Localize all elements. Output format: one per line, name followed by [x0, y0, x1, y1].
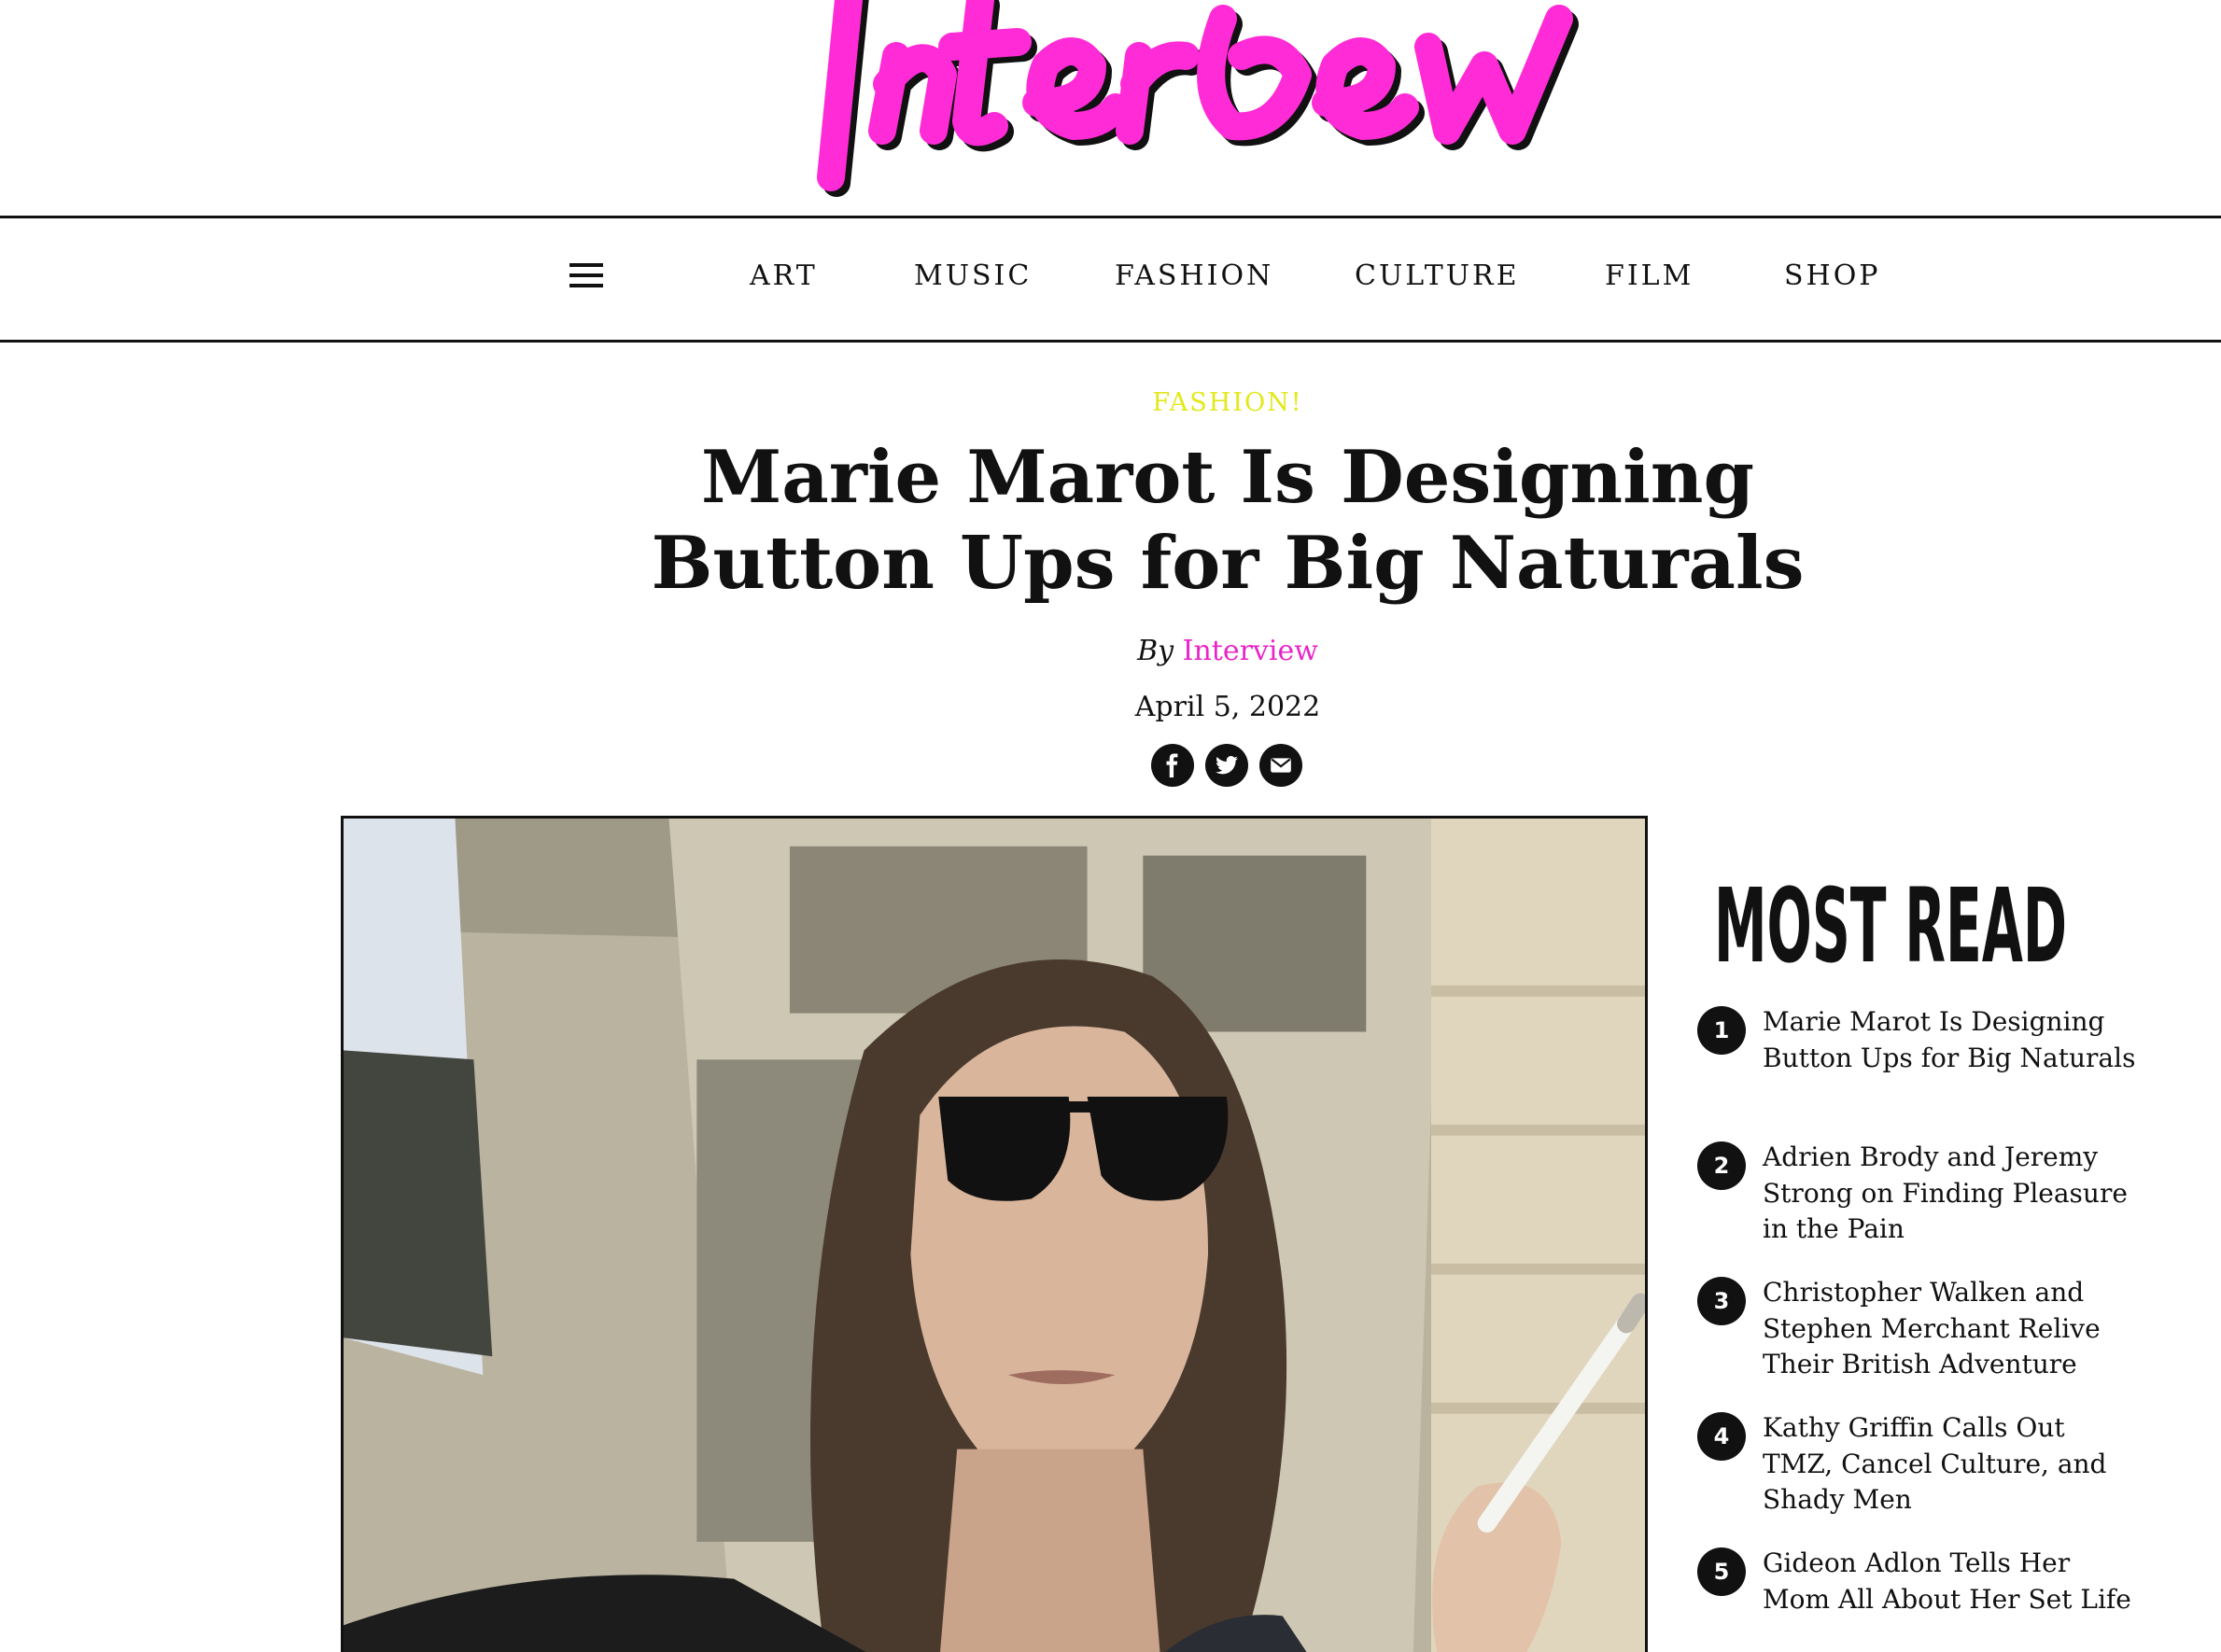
most-read-item-title[interactable]: Marie Marot Is Designing Button Ups for … [1763, 1004, 2136, 1076]
hamburger-icon[interactable] [569, 263, 603, 291]
most-read-item-title[interactable]: Adrien Brody and Jeremy Strong on Findin… [1763, 1140, 2136, 1248]
nav-item-shop[interactable]: SHOP [1784, 259, 1881, 292]
nav-item-culture[interactable]: CULTURE [1355, 259, 1520, 292]
author-link[interactable]: Interview [1183, 635, 1318, 667]
facebook-icon[interactable] [1151, 744, 1194, 787]
most-read-item[interactable]: 2 Adrien Brody and Jeremy Strong on Find… [1697, 1140, 2136, 1275]
site-logo[interactable] [794, 0, 1652, 215]
most-read-item[interactable]: 3 Christopher Walken and Stephen Merchan… [1697, 1275, 2136, 1410]
portrait-photo [344, 819, 1645, 1652]
most-read-item[interactable]: 1 Marie Marot Is Designing Button Ups fo… [1697, 1004, 2136, 1140]
twitter-icon[interactable] [1205, 744, 1248, 787]
most-read-item-title[interactable]: Gideon Adlon Tells Her Mom All About Her… [1763, 1546, 2136, 1617]
nav-item-music[interactable]: MUSIC [914, 259, 1032, 292]
article-title-line-2: Button Ups for Big Naturals [651, 521, 1805, 606]
rank-badge: 3 [1697, 1277, 1746, 1325]
interview-logo-graphic [817, 0, 1579, 197]
nav-item-film[interactable]: FILM [1605, 259, 1694, 292]
email-icon[interactable] [1259, 744, 1302, 787]
rank-badge: 1 [1697, 1006, 1746, 1055]
publish-date: April 5, 2022 [1134, 691, 1321, 723]
article-title: Marie Marot Is Designing Button Ups for … [0, 435, 2221, 607]
most-read-item[interactable]: 5 Gideon Adlon Tells Her Mom All About H… [1697, 1546, 2136, 1652]
most-read-item-title[interactable]: Christopher Walken and Stephen Merchant … [1763, 1275, 2136, 1383]
most-read-heading-text: MOST READ [1714, 868, 2067, 980]
rank-badge: 2 [1697, 1141, 1746, 1190]
most-read-list: 1 Marie Marot Is Designing Button Ups fo… [1697, 1004, 2136, 1652]
share-buttons [1151, 744, 1302, 787]
most-read-item[interactable]: 4 Kathy Griffin Calls Out TMZ, Cancel Cu… [1697, 1410, 2136, 1546]
most-read-heading: MOST READ [1714, 866, 2069, 986]
byline-prefix: By [1137, 635, 1174, 667]
main-nav: ART MUSIC FASHION CULTURE FILM SHOP [0, 216, 2221, 343]
rank-badge: 5 [1697, 1547, 1746, 1596]
most-read-item-title[interactable]: Kathy Griffin Calls Out TMZ, Cancel Cult… [1763, 1410, 2136, 1519]
article-title-line-1: Marie Marot Is Designing [700, 435, 1755, 520]
hero-image [341, 816, 1648, 1652]
byline: By Interview [0, 635, 2221, 667]
page: ART MUSIC FASHION CULTURE FILM SHOP FASH… [0, 0, 2221, 1652]
nav-item-art[interactable]: ART [750, 259, 818, 292]
most-read-heading-graphic: MOST READ [1714, 866, 2067, 986]
article-category[interactable]: FASHION! [0, 388, 2221, 417]
nav-item-fashion[interactable]: FASHION [1115, 259, 1273, 292]
rank-badge: 4 [1697, 1412, 1746, 1461]
